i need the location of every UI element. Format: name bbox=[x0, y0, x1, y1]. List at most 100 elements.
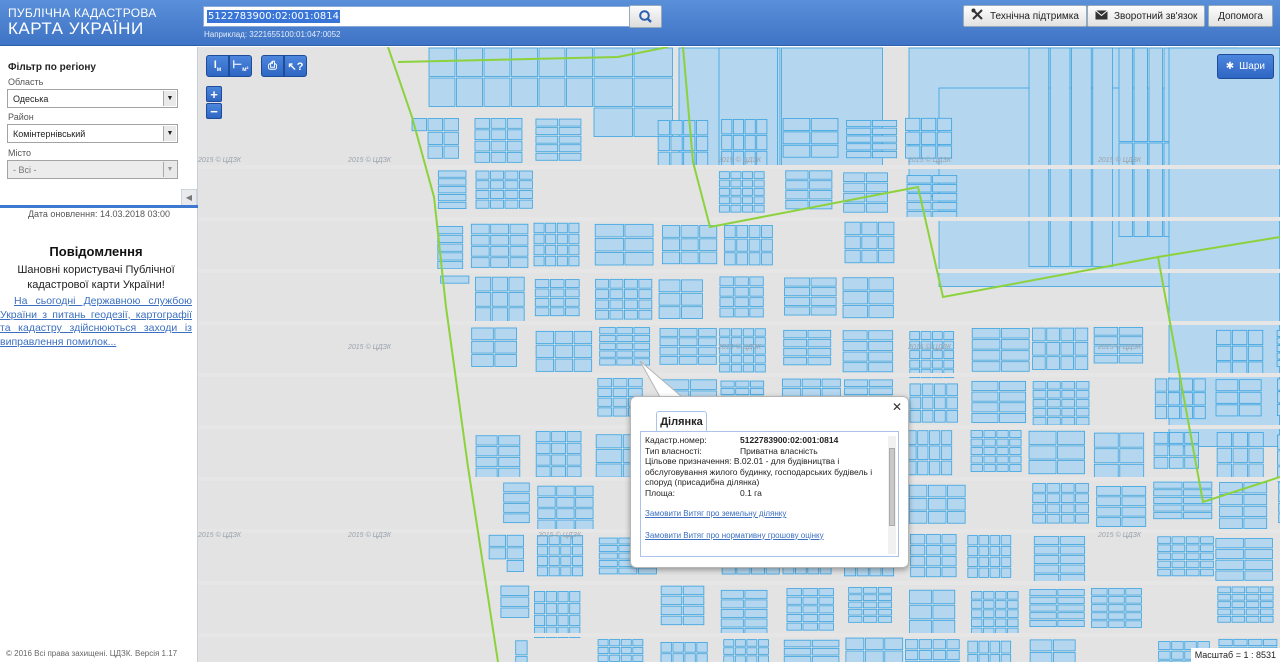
parcel[interactable] bbox=[1245, 593, 1260, 601]
parcel[interactable] bbox=[1231, 608, 1246, 616]
parcel[interactable] bbox=[782, 131, 811, 145]
parcel[interactable] bbox=[560, 566, 572, 577]
parcel[interactable] bbox=[618, 567, 638, 575]
parcel[interactable] bbox=[609, 299, 624, 310]
parcel[interactable] bbox=[633, 77, 673, 107]
parcel[interactable] bbox=[868, 330, 894, 341]
parcel[interactable] bbox=[1200, 544, 1214, 552]
parcel[interactable] bbox=[842, 277, 868, 291]
parcel[interactable] bbox=[1061, 417, 1076, 426]
parcel[interactable] bbox=[1000, 654, 1012, 662]
parcel[interactable] bbox=[718, 188, 730, 196]
parcel[interactable] bbox=[1219, 517, 1243, 529]
parcel[interactable] bbox=[456, 77, 483, 107]
parcel[interactable] bbox=[1183, 504, 1213, 512]
parcel[interactable] bbox=[909, 331, 921, 341]
parcel[interactable] bbox=[730, 188, 742, 196]
parcel[interactable] bbox=[670, 120, 683, 136]
parcel[interactable] bbox=[943, 350, 955, 360]
parcel[interactable] bbox=[490, 189, 504, 199]
parcel[interactable] bbox=[999, 391, 1027, 402]
parcel[interactable] bbox=[983, 591, 995, 600]
parcel[interactable] bbox=[1047, 417, 1061, 426]
parcel[interactable] bbox=[594, 237, 624, 252]
parcel[interactable] bbox=[490, 199, 504, 209]
parcel[interactable] bbox=[498, 446, 521, 457]
parcel[interactable] bbox=[1238, 391, 1262, 404]
parcel[interactable] bbox=[699, 225, 718, 238]
parcel[interactable] bbox=[967, 556, 978, 567]
parcel[interactable] bbox=[983, 438, 996, 447]
parcel[interactable] bbox=[946, 650, 960, 661]
parcel[interactable] bbox=[1119, 448, 1145, 464]
parcel[interactable] bbox=[519, 180, 533, 190]
parcel[interactable] bbox=[783, 639, 812, 648]
parcel[interactable] bbox=[736, 252, 749, 266]
parcel-block[interactable] bbox=[786, 588, 834, 631]
parcel[interactable] bbox=[971, 350, 1001, 361]
parcel[interactable] bbox=[783, 647, 812, 656]
parcel[interactable] bbox=[940, 460, 953, 476]
parcel[interactable] bbox=[566, 466, 582, 478]
parcel[interactable] bbox=[1057, 445, 1085, 460]
parcel[interactable] bbox=[842, 351, 868, 362]
parcel[interactable] bbox=[682, 585, 705, 596]
parcel[interactable] bbox=[906, 175, 932, 184]
parcel[interactable] bbox=[670, 151, 683, 167]
parcel[interactable] bbox=[597, 654, 609, 662]
parcel[interactable] bbox=[996, 464, 1009, 472]
parcel[interactable] bbox=[440, 275, 470, 284]
parcel[interactable] bbox=[868, 291, 894, 305]
parcel[interactable] bbox=[871, 143, 898, 151]
parcel[interactable] bbox=[1075, 483, 1089, 493]
parcel[interactable] bbox=[533, 255, 545, 267]
measure-area-button[interactable]: ⊢м² bbox=[229, 55, 252, 77]
parcel[interactable] bbox=[658, 279, 681, 293]
parcel[interactable] bbox=[612, 407, 628, 417]
parcel[interactable] bbox=[1260, 615, 1274, 623]
parcel[interactable] bbox=[730, 204, 742, 213]
parcel[interactable] bbox=[568, 233, 580, 245]
parcel[interactable] bbox=[1217, 608, 1231, 616]
parcel[interactable] bbox=[720, 609, 744, 618]
parcel[interactable] bbox=[995, 618, 1007, 627]
parcel[interactable] bbox=[929, 445, 941, 461]
parcel-block[interactable] bbox=[662, 225, 718, 265]
parcel[interactable] bbox=[573, 344, 593, 358]
parcel[interactable] bbox=[569, 614, 581, 627]
parcel[interactable] bbox=[754, 355, 766, 364]
parcel[interactable] bbox=[1125, 596, 1142, 604]
parcel[interactable] bbox=[785, 200, 809, 210]
parcel[interactable] bbox=[1121, 517, 1147, 527]
parcel[interactable] bbox=[1046, 327, 1060, 342]
parcel[interactable] bbox=[1238, 379, 1262, 392]
parcel[interactable] bbox=[970, 438, 983, 447]
parcel[interactable] bbox=[545, 233, 557, 245]
parcel[interactable] bbox=[535, 454, 551, 466]
parcel[interactable] bbox=[868, 277, 894, 291]
parcel[interactable] bbox=[906, 202, 932, 211]
parcel[interactable] bbox=[533, 222, 545, 234]
parcel[interactable] bbox=[730, 196, 742, 205]
parcel[interactable] bbox=[490, 246, 509, 257]
parcel[interactable] bbox=[558, 135, 582, 144]
parcel[interactable] bbox=[1153, 444, 1169, 457]
parcel[interactable] bbox=[742, 188, 753, 196]
parcel[interactable] bbox=[659, 337, 679, 347]
parcel[interactable] bbox=[428, 77, 456, 107]
parcel[interactable] bbox=[757, 655, 769, 662]
parcel[interactable] bbox=[616, 327, 633, 335]
parcel-block[interactable] bbox=[1032, 483, 1089, 524]
parcel[interactable] bbox=[680, 251, 699, 265]
parcel[interactable] bbox=[443, 118, 459, 132]
parcel[interactable] bbox=[908, 497, 928, 511]
parcel[interactable] bbox=[918, 650, 932, 661]
parcel[interactable] bbox=[932, 350, 943, 360]
parcel[interactable] bbox=[908, 511, 928, 524]
parcel[interactable] bbox=[1153, 504, 1183, 512]
parcel[interactable] bbox=[565, 307, 580, 317]
parcel[interactable] bbox=[983, 600, 995, 609]
parcel[interactable] bbox=[720, 599, 744, 609]
parcel[interactable] bbox=[498, 435, 521, 446]
city-select[interactable]: - Всі - ▼ bbox=[7, 160, 178, 179]
